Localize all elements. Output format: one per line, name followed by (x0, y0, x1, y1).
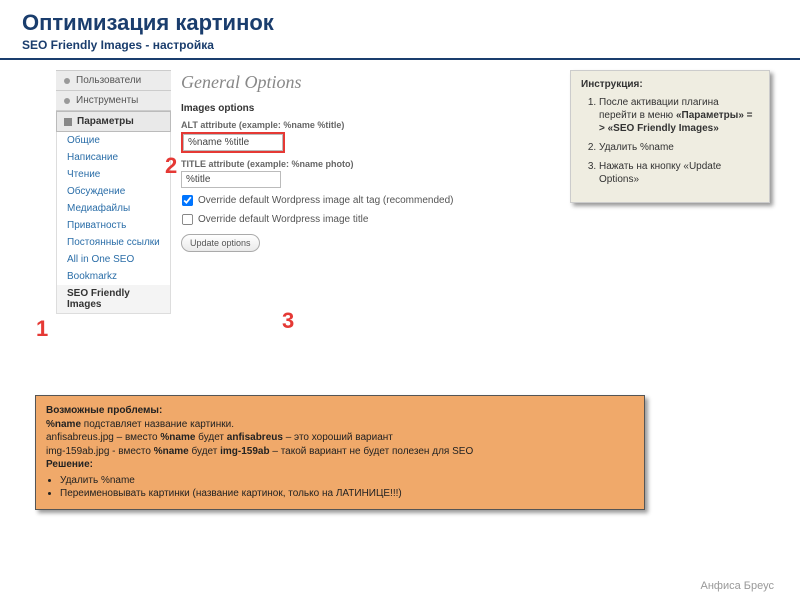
alt-highlight (181, 132, 285, 153)
override-alt-label: Override default Wordpress image alt tag… (198, 195, 453, 206)
override-alt-checkbox[interactable] (182, 195, 193, 206)
marker-2: 2 (165, 153, 177, 179)
solution-bullet: Переименовывать картинки (название карти… (60, 487, 634, 501)
instructions-title: Инструкция: (581, 79, 759, 90)
sidebar-item-users-icon[interactable]: Пользователи (56, 70, 171, 90)
problems-title: Возможные проблемы: (46, 405, 162, 416)
problems-box: Возможные проблемы: %name подставляет на… (35, 395, 645, 510)
solution-bullet: Удалить %name (60, 474, 634, 488)
sidebar-sub-item[interactable]: Чтение (56, 166, 171, 183)
override-title-row: Override default Wordpress image title (181, 213, 546, 226)
instructions-box: Инструкция: После активации плагина пере… (570, 70, 770, 203)
instruction-item: После активации плагина перейти в меню «… (599, 96, 759, 135)
solution-bullets: Удалить %nameПереименовывать картинки (н… (46, 474, 634, 501)
settings-icon (63, 117, 73, 127)
users-icon (62, 76, 72, 86)
slide-title: Оптимизация картинок (22, 10, 778, 36)
override-alt-row: Override default Wordpress image alt tag… (181, 194, 546, 207)
alt-input[interactable] (183, 134, 283, 151)
sidebar-sub-item[interactable]: Постоянные ссылки (56, 234, 171, 251)
update-options-button[interactable]: Update options (181, 234, 260, 252)
wp-sidebar: ПользователиИнструментыПараметрыОбщиеНап… (56, 70, 171, 314)
sidebar-item-tools-icon[interactable]: Инструменты (56, 90, 171, 111)
instruction-item: Удалить %name (599, 141, 759, 154)
instructions-list: После активации плагина перейти в меню «… (581, 96, 759, 186)
slide-content: ПользователиИнструментыПараметрыОбщиеНап… (0, 60, 800, 530)
panel-title: General Options (181, 72, 546, 93)
alt-label: ALT attribute (example: %name %title) (181, 120, 546, 130)
sidebar-sub-item[interactable]: SEO Friendly Images (56, 285, 171, 314)
problems-line3: img-159ab.jpg - вместо %name будет img-1… (46, 445, 634, 459)
sidebar-sub-item[interactable]: Обсуждение (56, 183, 171, 200)
solution-label: Решение: (46, 459, 93, 470)
slide-header: Оптимизация картинок SEO Friendly Images… (0, 0, 800, 60)
slide-subtitle: SEO Friendly Images - настройка (22, 38, 778, 52)
wp-settings-panel: General Options Images options ALT attri… (181, 72, 546, 252)
sidebar-item-settings[interactable]: Параметры (56, 111, 171, 132)
sidebar-sub-item[interactable]: Приватность (56, 217, 171, 234)
title-input[interactable] (181, 171, 281, 188)
author-credit: Анфиса Бреус (701, 580, 775, 592)
override-title-label: Override default Wordpress image title (198, 214, 368, 225)
problems-line1: %name подставляет название картинки. (46, 418, 634, 432)
title-label: TITLE attribute (example: %name photo) (181, 159, 546, 169)
sidebar-sub-item[interactable]: Написание (56, 149, 171, 166)
section-label: Images options (181, 103, 546, 114)
sidebar-sub-item[interactable]: Медиафайлы (56, 200, 171, 217)
sidebar-sub-item[interactable]: Bookmarkz (56, 268, 171, 285)
marker-1: 1 (36, 316, 48, 342)
sidebar-sub-item[interactable]: All in One SEO (56, 251, 171, 268)
marker-3: 3 (282, 308, 294, 334)
wordpress-screenshot: ПользователиИнструментыПараметрыОбщиеНап… (56, 70, 546, 314)
sidebar-sub-item[interactable]: Общие (56, 132, 171, 149)
override-title-checkbox[interactable] (182, 214, 193, 225)
problems-line2: anfisabreus.jpg – вместо %name будет anf… (46, 431, 634, 445)
tools-icon (62, 96, 72, 106)
instruction-item: Нажать на кнопку «Update Options» (599, 160, 759, 186)
